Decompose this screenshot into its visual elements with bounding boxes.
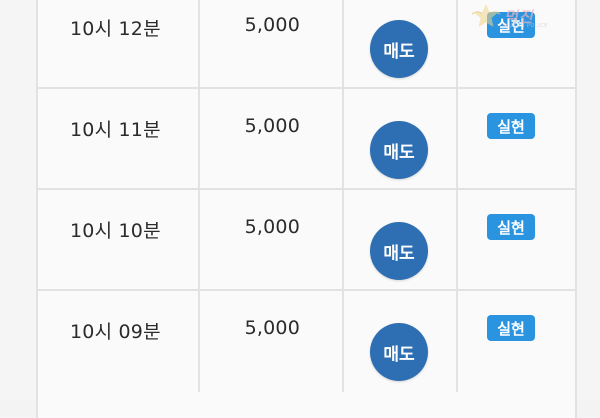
watermark-logo-subtext: MUKJIN POLICE — [504, 23, 548, 29]
status-badge: 실현 — [487, 113, 535, 139]
trade-quantity: 5,000 — [244, 115, 300, 137]
trade-history-table: 10시 12분 5,000 매도 실현 10시 11분 5,000 매도 실현 … — [36, 0, 577, 418]
table-row: 10시 10분 5,000 매도 실현 — [38, 190, 575, 291]
trade-time: 10시 09분 — [70, 321, 161, 343]
sell-button[interactable]: 매도 — [370, 222, 428, 280]
trade-quantity: 5,000 — [244, 216, 300, 238]
trade-quantity: 5,000 — [244, 14, 300, 36]
table-row: 10시 11분 5,000 매도 실현 — [38, 89, 575, 190]
trade-time: 10시 12분 — [70, 18, 161, 40]
star-emblem-icon — [471, 4, 501, 27]
watermark-logo: 먹진 MUKJIN POLICE — [470, 2, 596, 32]
status-badge: 실현 — [487, 214, 535, 240]
status-badge: 실현 — [487, 315, 535, 341]
trade-quantity: 5,000 — [244, 317, 300, 339]
table-row: 10시 09분 5,000 매도 실현 — [38, 291, 575, 392]
sell-button[interactable]: 매도 — [370, 20, 428, 78]
trade-history-panel: 10시 12분 5,000 매도 실현 10시 11분 5,000 매도 실현 … — [0, 0, 600, 418]
trade-time: 10시 10분 — [70, 220, 161, 242]
sell-button[interactable]: 매도 — [370, 323, 428, 381]
sell-button[interactable]: 매도 — [370, 121, 428, 179]
trade-time: 10시 11분 — [70, 119, 161, 141]
